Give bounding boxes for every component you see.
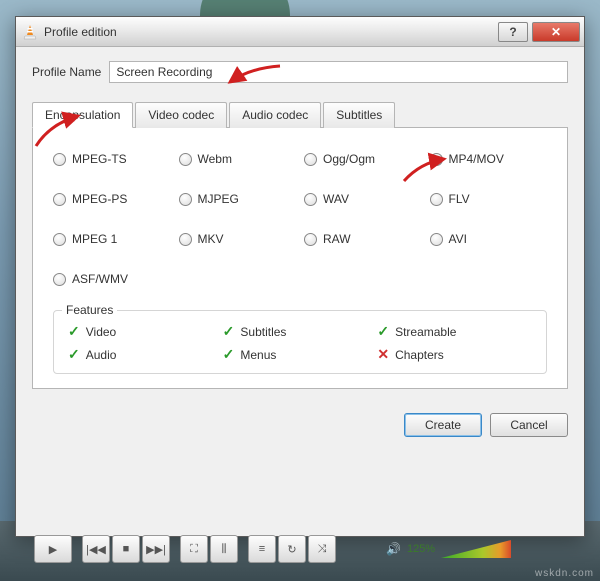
radio-icon: [179, 233, 192, 246]
radio-label: FLV: [449, 192, 470, 206]
radio-wav[interactable]: WAV: [304, 192, 422, 206]
radio-label: MPEG 1: [72, 232, 117, 246]
window-title: Profile edition: [44, 25, 494, 39]
radio-ogg-ogm[interactable]: Ogg/Ogm: [304, 152, 422, 166]
player-controls: ▶ |◀◀ ■ ▶▶| ⛶ ⫼ ≡ ↻ ⤨ 🔊 125%: [34, 535, 511, 563]
radio-label: MP4/MOV: [449, 152, 504, 166]
feature-subtitles: ✓Subtitles: [223, 323, 378, 340]
tab-subtitles[interactable]: Subtitles: [323, 102, 395, 128]
cross-icon: ✕: [377, 346, 389, 363]
cancel-button[interactable]: Cancel: [490, 413, 568, 437]
radio-label: AVI: [449, 232, 467, 246]
check-icon: ✓: [377, 323, 389, 340]
encapsulation-panel: MPEG-TS Webm Ogg/Ogm MP4/MOV MPEG-PS MJPEG WAV…: [32, 128, 568, 389]
radio-mpeg-1[interactable]: MPEG 1: [53, 232, 171, 246]
close-button[interactable]: ✕: [532, 22, 580, 42]
radio-icon: [53, 273, 66, 286]
play-button[interactable]: ▶: [34, 535, 72, 563]
watermark: wskdn.com: [535, 568, 594, 579]
titlebar[interactable]: Profile edition ? ✕: [16, 17, 584, 47]
shuffle-button[interactable]: ⤨: [308, 535, 336, 563]
radio-icon: [430, 153, 443, 166]
radio-label: Webm: [198, 152, 232, 166]
prev-button[interactable]: |◀◀: [82, 535, 110, 563]
radio-asf-wmv[interactable]: ASF/WMV: [53, 272, 171, 286]
radio-label: MPEG-TS: [72, 152, 127, 166]
loop-button[interactable]: ↻: [278, 535, 306, 563]
check-icon: ✓: [223, 346, 235, 363]
radio-label: WAV: [323, 192, 349, 206]
volume-text: 125%: [407, 543, 435, 555]
profile-name-label: Profile Name: [32, 65, 101, 79]
create-button[interactable]: Create: [404, 413, 482, 437]
feature-streamable: ✓Streamable: [377, 323, 532, 340]
playlist-button[interactable]: ≡: [248, 535, 276, 563]
feature-audio: ✓Audio: [68, 346, 223, 363]
check-icon: ✓: [68, 323, 80, 340]
features-title: Features: [62, 303, 117, 317]
features-box: Features ✓Video✓Subtitles✓Streamable✓Aud…: [53, 310, 547, 374]
radio-icon: [179, 193, 192, 206]
feature-chapters: ✕Chapters: [377, 346, 532, 363]
feature-menus: ✓Menus: [223, 346, 378, 363]
radio-icon: [430, 193, 443, 206]
radio-icon: [304, 233, 317, 246]
check-icon: ✓: [223, 323, 235, 340]
radio-icon: [53, 153, 66, 166]
radio-icon: [53, 193, 66, 206]
tabs: Encapsulation Video codec Audio codec Su…: [32, 101, 568, 128]
radio-mp4-mov[interactable]: MP4/MOV: [430, 152, 548, 166]
radio-mkv[interactable]: MKV: [179, 232, 297, 246]
radio-icon: [304, 153, 317, 166]
radio-mpeg-ts[interactable]: MPEG-TS: [53, 152, 171, 166]
radio-mjpeg[interactable]: MJPEG: [179, 192, 297, 206]
vlc-icon: [22, 24, 38, 40]
radio-label: MJPEG: [198, 192, 239, 206]
ext-settings-button[interactable]: ⫼: [210, 535, 238, 563]
radio-flv[interactable]: FLV: [430, 192, 548, 206]
fullscreen-button[interactable]: ⛶: [180, 535, 208, 563]
volume-icon[interactable]: 🔊: [386, 542, 401, 556]
tab-encapsulation[interactable]: Encapsulation: [32, 102, 133, 128]
radio-icon: [179, 153, 192, 166]
profile-edition-dialog: Profile edition ? ✕ Profile Name Encapsu…: [15, 16, 585, 537]
help-button[interactable]: ?: [498, 22, 528, 42]
radio-raw[interactable]: RAW: [304, 232, 422, 246]
feature-video: ✓Video: [68, 323, 223, 340]
check-icon: ✓: [68, 346, 80, 363]
radio-label: ASF/WMV: [72, 272, 128, 286]
radio-label: MPEG-PS: [72, 192, 127, 206]
radio-label: Ogg/Ogm: [323, 152, 375, 166]
radio-webm[interactable]: Webm: [179, 152, 297, 166]
radio-icon: [53, 233, 66, 246]
volume-slider[interactable]: [441, 540, 511, 558]
next-button[interactable]: ▶▶|: [142, 535, 170, 563]
radio-label: MKV: [198, 232, 224, 246]
tab-audio-codec[interactable]: Audio codec: [229, 102, 321, 128]
radio-avi[interactable]: AVI: [430, 232, 548, 246]
profile-name-input[interactable]: [109, 61, 568, 83]
radio-icon: [430, 233, 443, 246]
radio-icon: [304, 193, 317, 206]
radio-mpeg-ps[interactable]: MPEG-PS: [53, 192, 171, 206]
stop-button[interactable]: ■: [112, 535, 140, 563]
radio-label: RAW: [323, 232, 351, 246]
tab-video-codec[interactable]: Video codec: [135, 102, 227, 128]
